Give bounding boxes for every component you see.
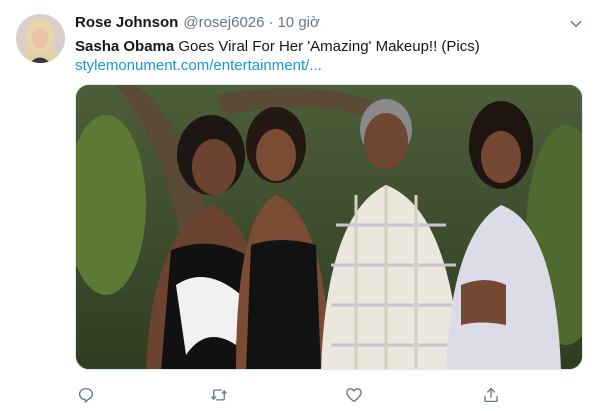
tweet-link[interactable]: stylemonument.com/entertainment/... (75, 56, 322, 76)
tweet-header: Rose Johnson @rosej6026 · 10 giờ (75, 14, 320, 34)
share-icon (484, 387, 498, 403)
avatar[interactable] (16, 14, 65, 63)
reply-button[interactable] (75, 384, 97, 406)
tweet-photo[interactable] (75, 84, 583, 370)
timestamp[interactable]: 10 giờ (277, 14, 319, 31)
author-handle[interactable]: @rosej6026 (183, 14, 264, 31)
reply-icon (78, 387, 94, 403)
photo-image (76, 85, 582, 369)
chevron-down-icon (570, 20, 582, 28)
tweet-text: Sasha Obama Goes Viral For Her 'Amazing'… (75, 37, 480, 57)
retweet-button[interactable] (208, 384, 230, 406)
tweet-actions (75, 384, 515, 406)
author-name[interactable]: Rose Johnson (75, 14, 178, 31)
share-button[interactable] (480, 384, 502, 406)
tweet-card[interactable]: Rose Johnson @rosej6026 · 10 giờ Sasha O… (0, 0, 602, 411)
like-button[interactable] (343, 384, 365, 406)
tweet-text-rest: Goes Viral For Her 'Amazing' Makeup!! (P… (174, 38, 480, 55)
heart-icon (346, 388, 362, 403)
separator-dot: · (268, 14, 274, 31)
tweet-text-bold: Sasha Obama (75, 38, 175, 55)
retweet-icon (211, 389, 227, 401)
avatar-image (16, 14, 65, 63)
more-options-button[interactable] (566, 14, 586, 34)
